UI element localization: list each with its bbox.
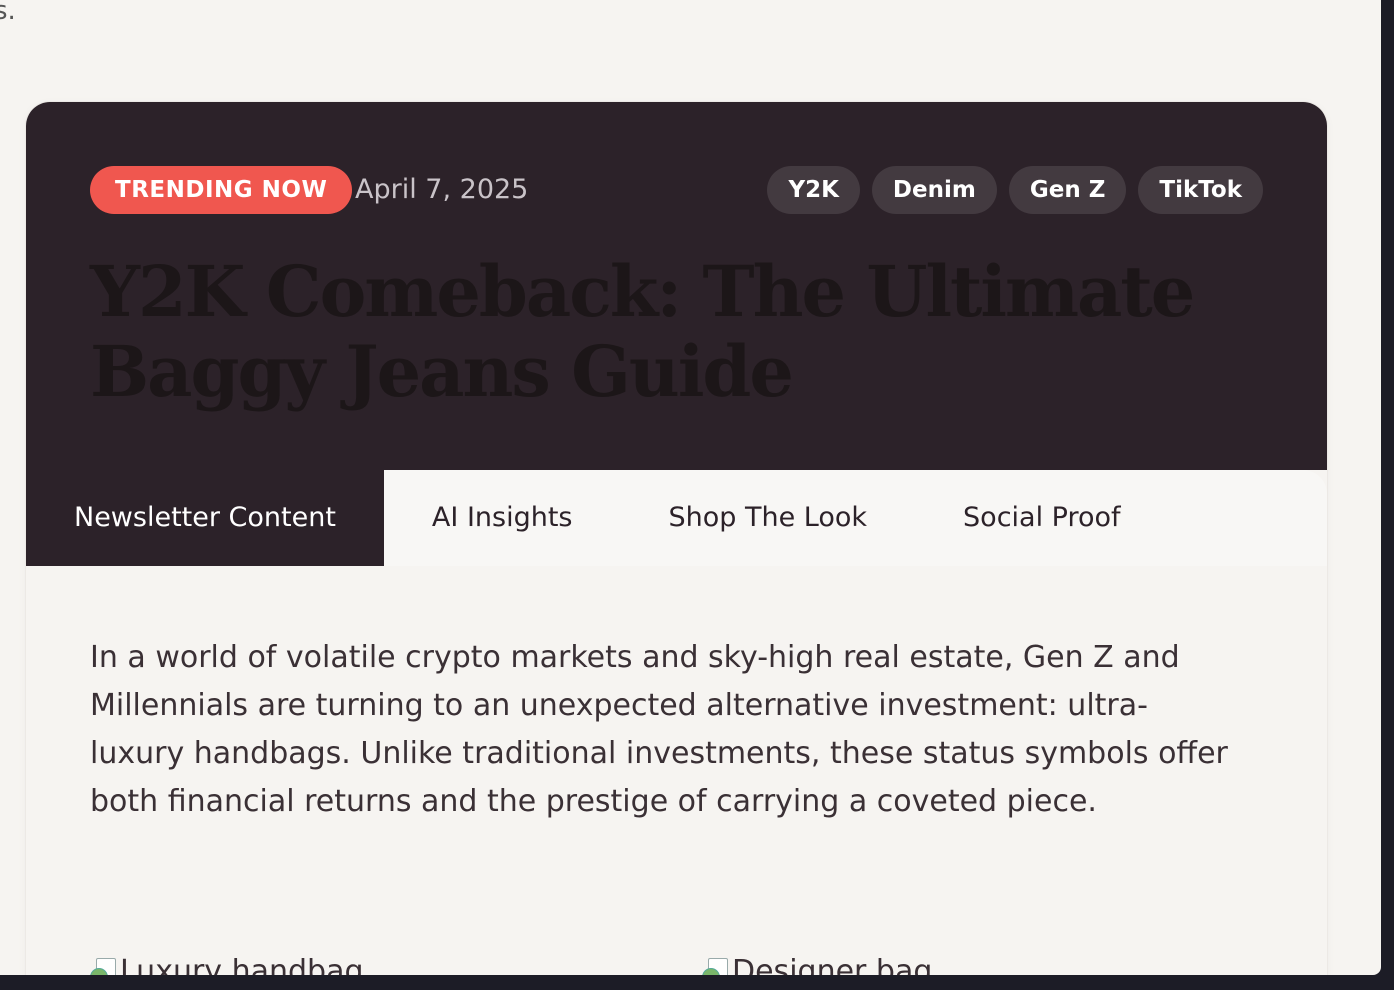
tag-gen-z[interactable]: Gen Z bbox=[1008, 166, 1127, 214]
partial-text: s. bbox=[0, 0, 16, 26]
newsletter-card: TRENDING NOW April 7, 2025 Y2K Denim Gen… bbox=[26, 102, 1327, 975]
tab-shop-the-look[interactable]: Shop The Look bbox=[621, 470, 916, 566]
tag-denim[interactable]: Denim bbox=[871, 166, 997, 214]
article-title: Y2K Comeback: The Ultimate Baggy Jeans G… bbox=[90, 250, 1195, 413]
publish-date: April 7, 2025 bbox=[355, 174, 529, 205]
trending-badge: TRENDING NOW bbox=[90, 166, 353, 214]
broken-image-icon bbox=[90, 957, 116, 975]
image-alt-text: Designer bag bbox=[732, 954, 933, 975]
broken-image-designer-bag: Designer bag bbox=[702, 954, 932, 975]
tag-tiktok[interactable]: TikTok bbox=[1138, 166, 1263, 214]
broken-image-icon bbox=[702, 957, 728, 975]
image-alt-text: Luxury handbag bbox=[120, 954, 364, 975]
tab-bar: Newsletter Content AI Insights Shop The … bbox=[26, 470, 1327, 566]
tag-y2k[interactable]: Y2K bbox=[767, 166, 860, 214]
browser-viewport: s. TRENDING NOW April 7, 2025 Y2K Denim … bbox=[0, 0, 1381, 975]
tab-ai-insights[interactable]: AI Insights bbox=[384, 470, 621, 566]
tag-list: Y2K Denim Gen Z TikTok bbox=[767, 166, 1263, 214]
broken-image-luxury-handbag: Luxury handbag bbox=[90, 954, 364, 975]
tab-newsletter-content[interactable]: Newsletter Content bbox=[26, 470, 384, 566]
tab-social-proof[interactable]: Social Proof bbox=[915, 470, 1169, 566]
hero-header: TRENDING NOW April 7, 2025 Y2K Denim Gen… bbox=[26, 102, 1327, 470]
article-paragraph: In a world of volatile crypto markets an… bbox=[90, 640, 1228, 819]
